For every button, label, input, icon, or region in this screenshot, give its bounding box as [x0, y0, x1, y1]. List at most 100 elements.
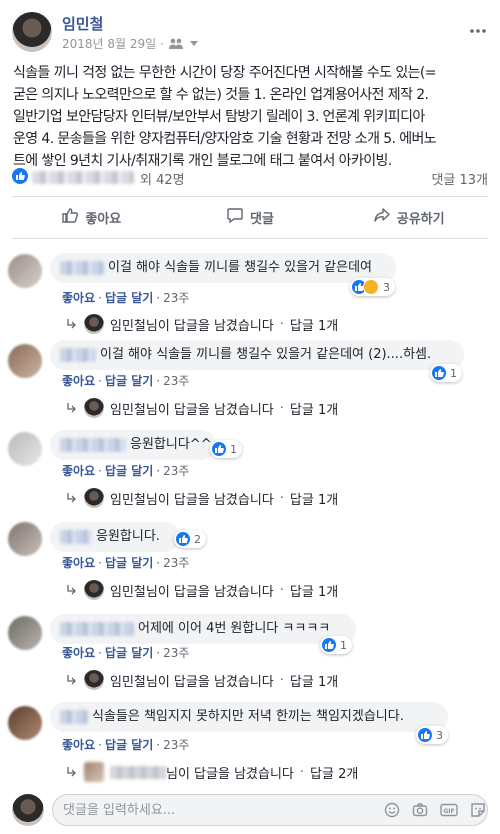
comment-like-link[interactable]: 좋아요 [62, 738, 95, 752]
more-options-icon[interactable] [470, 18, 486, 37]
divider [12, 196, 488, 197]
like-reaction-icon [418, 728, 432, 742]
author-name[interactable]: 임민철 [62, 13, 103, 34]
reply-count: 답글 1개 [289, 674, 339, 690]
post-body-line: 일반기업 보안담당자 인터뷰/보안부서 탐방기 릴레이 3. 언론계 위키피디아 [13, 109, 425, 125]
reaction-count: 1 [450, 366, 457, 380]
like-reaction-icon [212, 442, 226, 456]
commenter-avatar[interactable] [8, 706, 42, 740]
post-body-line: 식솔들 끼니 걱정 없는 무한한 시간이 당장 주어진다면 시작해볼 수도 있는… [13, 65, 437, 81]
post-body-line: 운영 4. 문송들을 위한 양자컴퓨터/양자암호 기술 현황과 전망 소개 5.… [13, 131, 437, 147]
comment-like-link[interactable]: 좋아요 [62, 556, 95, 570]
commenter-name-blurred[interactable] [60, 529, 92, 544]
comment-bubble: 식솔들은 책임지지 못하지만 저녁 한끼는 책임지겠습니다. [50, 702, 448, 732]
author-avatar[interactable] [12, 12, 52, 52]
commenter-avatar[interactable] [8, 344, 42, 378]
reaction-count: 3 [436, 728, 443, 742]
share-button[interactable]: 공유하기 [329, 198, 488, 236]
speech-bubble-icon [226, 206, 244, 228]
author-mini-avatar [84, 398, 104, 418]
commenter-name-blurred[interactable] [60, 347, 96, 362]
comment-age[interactable]: 23주 [163, 738, 189, 752]
comment-reply-link[interactable]: 답글 달기 [105, 374, 153, 388]
chevron-down-icon[interactable] [189, 40, 198, 47]
comment-reactions[interactable]: 1 [320, 636, 352, 654]
comment-actions: 좋아요 · 답글 달기 · 23주 [62, 291, 190, 305]
commenter-avatar[interactable] [8, 254, 42, 288]
comment-age[interactable]: 23주 [163, 646, 189, 660]
divider [12, 238, 488, 239]
commenter-name-blurred[interactable] [60, 437, 126, 452]
reply-text: 님이 답글을 남겼습니다 [166, 766, 294, 782]
reply-arrow-icon [67, 767, 76, 777]
post-actions: 좋아요 댓글 공유하기 [12, 198, 488, 236]
reactions-summary[interactable]: 외 42명 댓글 13개 [12, 168, 488, 188]
comment-age[interactable]: 23주 [163, 464, 189, 478]
comment-age[interactable]: 23주 [163, 374, 189, 388]
commenter-avatar[interactable] [8, 432, 42, 466]
thumbs-up-icon [61, 206, 79, 228]
like-button[interactable]: 좋아요 [12, 198, 171, 236]
reply-text: 임민철님이 답글을 남겼습니다 [110, 402, 274, 418]
reply-arrow-icon [67, 585, 76, 595]
reply-summary[interactable]: 임민철님이 답글을 남겼습니다 · 답글 1개 [66, 398, 338, 418]
replier-avatar-blurred [84, 762, 104, 782]
comment-reply-link[interactable]: 답글 달기 [105, 738, 153, 752]
comment-reactions[interactable]: 2 [174, 530, 206, 548]
composer-icons: GIF [384, 802, 486, 822]
reply-summary[interactable]: 임민철님이 답글을 남겼습니다 · 답글 1개 [66, 314, 338, 334]
comment-reply-link[interactable]: 답글 달기 [105, 464, 153, 478]
commenter-avatar[interactable] [8, 616, 42, 650]
comment-reactions[interactable]: 1 [210, 440, 242, 458]
author-mini-avatar [84, 314, 104, 334]
comment-reply-link[interactable]: 답글 달기 [105, 556, 153, 570]
comment-age[interactable]: 23주 [163, 291, 189, 305]
share-button-label: 공유하기 [396, 211, 445, 227]
reactor-names-blurred [32, 171, 134, 184]
commenter-name-blurred[interactable] [60, 621, 134, 636]
comment-actions: 좋아요 · 답글 달기 · 23주 [62, 464, 190, 478]
comment-actions: 좋아요 · 답글 달기 · 23주 [62, 556, 190, 570]
comment-bubble: 이걸 해야 식솔들 끼니를 챙길수 있을거 같은데여 [50, 253, 396, 283]
like-reaction-icon [322, 638, 336, 652]
comment-reply-link[interactable]: 답글 달기 [105, 646, 153, 660]
reply-summary[interactable]: 임민철님이 답글을 남겼습니다 · 답글 1개 [66, 670, 338, 690]
comment-reactions[interactable]: 3 [416, 726, 448, 744]
reaction-count: 2 [194, 532, 201, 546]
facebook-post: 임민철 2018년 8월 29일 · 식솔들 끼니 걱정 없는 무한한 시간이 … [0, 0, 500, 834]
comment-reactions[interactable]: 3 [350, 278, 395, 296]
my-avatar[interactable] [12, 794, 44, 826]
reply-separator: · [279, 582, 284, 598]
comment-like-link[interactable]: 좋아요 [62, 646, 95, 660]
audience-friends-icon[interactable] [168, 38, 186, 50]
sticker-icon[interactable] [470, 802, 486, 822]
comment-text: 응원합니다^^ [130, 437, 212, 452]
comment-like-link[interactable]: 좋아요 [62, 464, 95, 478]
reply-separator: · [279, 316, 284, 332]
reply-summary[interactable]: 님이 답글을 남겼습니다 · 답글 2개 [66, 762, 358, 782]
reply-count: 답글 2개 [310, 766, 359, 782]
reply-summary[interactable]: 임민철님이 답글을 남겼습니다 · 답글 1개 [66, 488, 338, 508]
post-date[interactable]: 2018년 8월 29일 · [62, 35, 164, 52]
comment-composer: 댓글을 입력하세요... GIF [0, 786, 500, 834]
like-reaction-icon [432, 366, 446, 380]
comment-count-link[interactable]: 댓글 13개 [431, 169, 488, 188]
reply-text: 임민철님이 답글을 남겼습니다 [110, 674, 274, 690]
gif-icon[interactable]: GIF [440, 802, 458, 822]
commenter-name-blurred[interactable] [60, 260, 104, 275]
reply-separator: · [279, 400, 284, 416]
comment-like-link[interactable]: 좋아요 [62, 374, 95, 388]
reply-arrow-icon [67, 403, 76, 413]
reply-summary[interactable]: 임민철님이 답글을 남겼습니다 · 답글 1개 [66, 580, 338, 600]
commenter-name-blurred[interactable] [60, 709, 88, 724]
comment-reply-link[interactable]: 답글 달기 [105, 291, 153, 305]
comment-button[interactable]: 댓글 [171, 198, 330, 236]
comment-age[interactable]: 23주 [163, 556, 189, 570]
comment-reactions[interactable]: 1 [430, 364, 462, 382]
emoji-icon[interactable] [384, 802, 400, 822]
commenter-avatar[interactable] [8, 522, 42, 556]
comment-like-link[interactable]: 좋아요 [62, 291, 95, 305]
camera-icon[interactable] [412, 802, 428, 822]
reaction-count: 3 [383, 280, 390, 294]
reply-count: 답글 1개 [289, 318, 339, 334]
